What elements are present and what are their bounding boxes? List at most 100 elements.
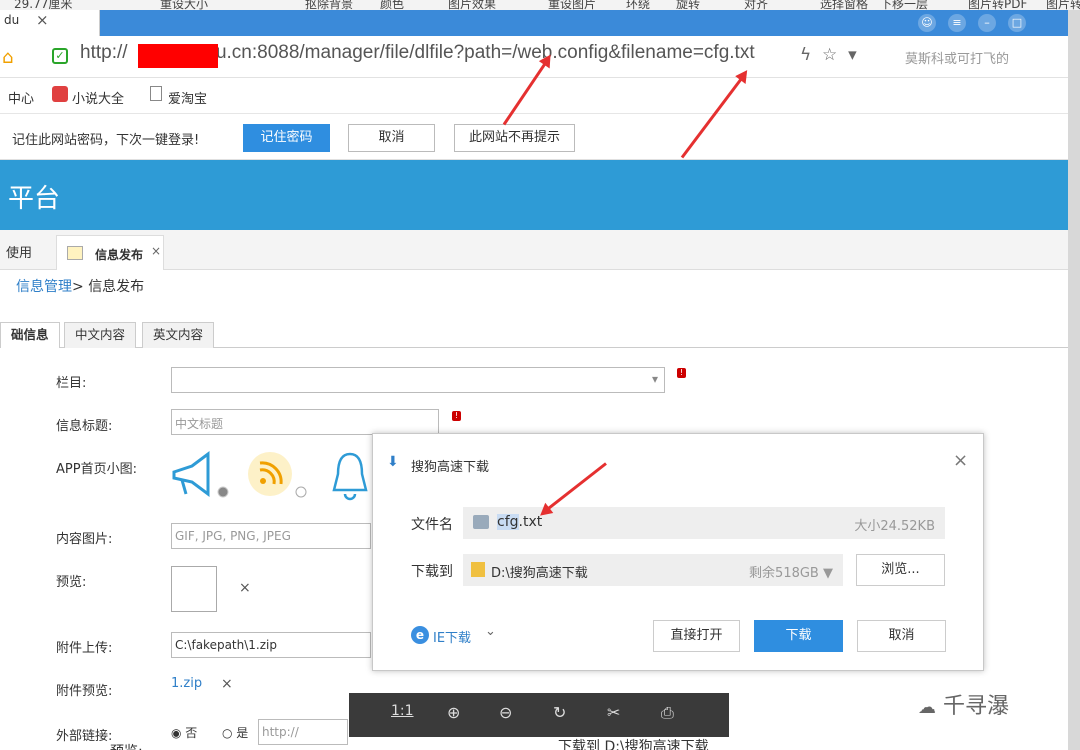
partial-dest-row: 下载到 D:\搜狗高速下载 [558, 739, 709, 750]
toolbar-item[interactable]: 环绕 [626, 0, 650, 10]
save-icon[interactable]: ⎙ [661, 703, 674, 723]
column-label: 栏目: [56, 376, 87, 391]
folder-icon [471, 562, 485, 577]
attach-preview-label: 附件预览: [56, 684, 113, 699]
toolbar-item[interactable]: 选择窗格 [820, 0, 868, 10]
attach-upload-input[interactable]: C:\fakepath\1.zip [171, 632, 371, 658]
title-input[interactable]: 中文标题 [171, 409, 439, 435]
tab-chinese-content[interactable]: 中文内容 [64, 322, 137, 348]
actual-size-button[interactable]: 1:1 [391, 703, 414, 719]
radio-no[interactable]: ◉ 否 [171, 724, 197, 741]
file-size: 大小24.52KB [854, 519, 935, 534]
tab-english-content[interactable]: 英文内容 [142, 322, 215, 348]
toolbar-item[interactable]: 图片转PDF [968, 0, 1027, 10]
ie-icon: e [411, 626, 429, 644]
tab-publish[interactable]: 信息发布 × [56, 235, 164, 270]
bookmark-item[interactable]: 小说大全 [72, 88, 124, 107]
close-icon[interactable]: × [953, 450, 968, 471]
attachment-link[interactable]: 1.zip [171, 676, 202, 691]
toolbar-item[interactable]: 重设大小 [160, 0, 208, 10]
maximize-icon[interactable]: □ [1008, 14, 1026, 32]
open-directly-button[interactable]: 直接打开 [653, 620, 740, 652]
cancel-button[interactable]: 取消 [348, 124, 435, 152]
toolbar-item[interactable]: 下移一层 [880, 0, 928, 10]
crop-icon[interactable]: ✂ [607, 703, 620, 722]
file-icon [473, 515, 489, 529]
cancel-button[interactable]: 取消 [857, 620, 946, 652]
banner-title: 平台 [8, 184, 61, 214]
novel-icon [52, 86, 68, 102]
save-password-button[interactable]: 记住密码 [243, 124, 330, 152]
menu-icon[interactable]: ≡ [948, 14, 966, 32]
content-image-input[interactable]: GIF, JPG, PNG, JPEG [171, 523, 371, 549]
app-icon-label: APP首页小图: [56, 462, 137, 477]
destination-path: D:\搜狗高速下载 [491, 566, 588, 581]
form-tabs: 础信息 中文内容 英文内容 [0, 322, 1068, 348]
rotate-icon[interactable]: ↻ [553, 703, 566, 722]
preview-image [171, 566, 217, 612]
breadcrumb-separator: > [72, 279, 84, 295]
chevron-down-icon[interactable]: ⌄ [485, 624, 496, 639]
breadcrumb-link[interactable]: 信息管理 [16, 279, 72, 295]
download-button[interactable]: 下载 [754, 620, 843, 652]
tab-close-icon[interactable]: × [36, 11, 49, 29]
redaction-mark [138, 44, 218, 68]
tab-title: du [4, 13, 20, 27]
password-message: 记住此网站密码，下次一键登录! [12, 133, 200, 148]
tab-usage[interactable]: 使用 [6, 242, 32, 261]
tab-basic-info[interactable]: 础信息 [0, 322, 60, 348]
search-hint[interactable]: 莫斯科或可打飞的 [905, 48, 1009, 67]
zoom-out-icon[interactable]: ⊖ [499, 703, 512, 722]
image-toolbar: 29.77厘米 重设大小 抠除背景 颜色 图片效果 重设图片 环绕 旋转 对齐 … [0, 0, 1080, 10]
toolbar-item[interactable]: 旋转 [676, 0, 700, 10]
column-select[interactable]: ▾ [171, 367, 665, 393]
external-link-label: 外部链接: [56, 729, 113, 744]
address-tools: ϟ ☆ ▾ [800, 45, 857, 65]
toolbar-item[interactable]: 抠除背景 [305, 0, 353, 10]
close-icon[interactable]: × [151, 244, 161, 258]
toolbar-item[interactable]: 对齐 [744, 0, 768, 10]
toolbar-item[interactable]: 颜色 [380, 0, 404, 10]
ie-download-link[interactable]: IE下载 [433, 627, 471, 646]
bookmark-item[interactable]: 爱淘宝 [168, 88, 207, 107]
radio-yes[interactable]: ○ 是 [222, 724, 248, 741]
filename-field[interactable]: cfg.txt 大小24.52KB [463, 507, 945, 539]
megaphone-icon[interactable] [168, 450, 230, 502]
password-bar: 记住此网站密码，下次一键登录! 记住密码 取消 此网站不再提示 [0, 114, 1068, 160]
attach-upload-label: 附件上传: [56, 641, 113, 656]
bell-icon[interactable] [328, 450, 372, 502]
destination-select[interactable]: D:\搜狗高速下载 剩余518GB ▼ [463, 554, 843, 586]
skin-icon[interactable]: ☺ [918, 14, 936, 32]
content-image-label: 内容图片: [56, 532, 113, 547]
download-dialog: ⬇ 搜狗高速下载 × 文件名 cfg.txt 大小24.52KB 下载到 D:\… [372, 433, 984, 671]
link-input[interactable]: http:// [258, 719, 348, 745]
watermark: ☁ 千寻瀑 [918, 694, 1010, 719]
window-controls: ☺ ≡ – □ [906, 14, 1056, 32]
browser-tab[interactable]: du × [0, 10, 100, 36]
free-space: 剩余518GB ▼ [749, 566, 833, 581]
chevron-down-icon[interactable]: ▾ [848, 45, 857, 65]
delete-icon[interactable]: × [221, 676, 233, 692]
bookmarks-bar: 中心 小说大全 爱淘宝 [0, 78, 1068, 114]
minimize-icon[interactable]: – [978, 14, 996, 32]
star-icon[interactable]: ☆ [822, 45, 837, 65]
page-tabs: 使用 信息发布 × [0, 230, 1068, 270]
shield-icon[interactable]: ✓ [52, 48, 68, 64]
toolbar-item[interactable]: 图片转 [1046, 0, 1080, 10]
filename-value: cfg.txt [497, 514, 543, 530]
destination-label: 下载到 [411, 564, 453, 580]
toolbar-item[interactable]: 图片效果 [448, 0, 496, 10]
rss-icon[interactable] [246, 450, 308, 502]
zoom-text: 29.77厘米 [14, 0, 73, 10]
zoom-in-icon[interactable]: ⊕ [447, 703, 460, 722]
delete-icon[interactable]: × [239, 580, 251, 596]
lightning-icon[interactable]: ϟ [800, 45, 811, 65]
address-bar: ⌂ ✓ http://.edu.cn:8088/manager/file/dlf… [0, 36, 1068, 78]
browse-button[interactable]: 浏览... [856, 554, 945, 586]
title-label: 信息标题: [56, 419, 113, 434]
home-icon[interactable]: ⌂ [2, 47, 13, 68]
bookmark-item[interactable]: 中心 [8, 88, 34, 107]
toolbar-item[interactable]: 重设图片 [548, 0, 596, 10]
never-remind-button[interactable]: 此网站不再提示 [454, 124, 575, 152]
site-banner: 平台 [0, 160, 1068, 230]
